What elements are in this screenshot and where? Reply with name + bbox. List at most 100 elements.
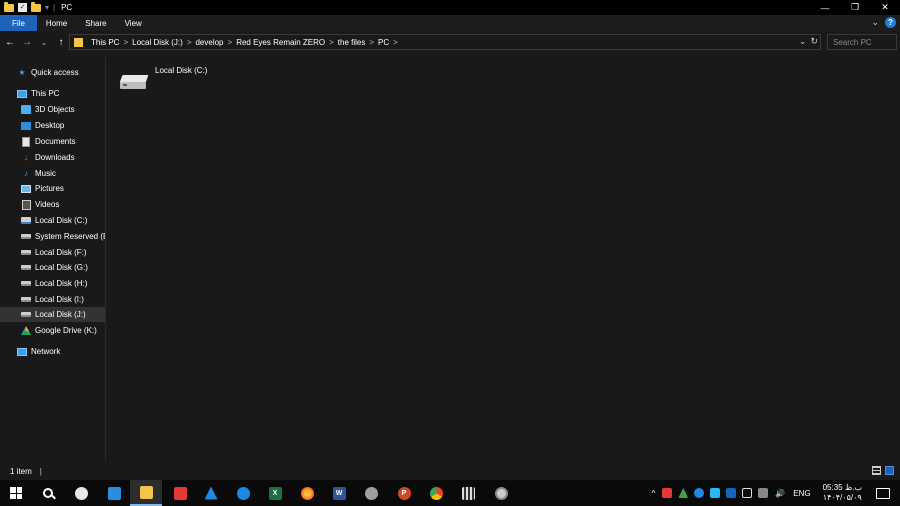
breadcrumb-local-disk-j[interactable]: Local Disk (J:) bbox=[128, 38, 187, 47]
taskbar-app-1[interactable] bbox=[65, 480, 97, 506]
sidebar-item-local-disk-h[interactable]: Local Disk (H:) bbox=[0, 276, 105, 291]
customize-toolbar-dropdown[interactable]: ▾ bbox=[45, 3, 49, 12]
new-folder-icon[interactable] bbox=[31, 1, 41, 12]
battery-icon[interactable] bbox=[758, 488, 769, 498]
breadcrumb-this-pc[interactable]: This PC bbox=[87, 38, 123, 47]
language-indicator[interactable]: ENG bbox=[793, 489, 810, 498]
sidebar-item-desktop[interactable]: Desktop bbox=[0, 118, 105, 133]
sidebar-item-downloads[interactable]: ↓ Downloads bbox=[0, 150, 105, 165]
clock[interactable]: 05:35 ب.ظ ۱۴۰۴/۰۵/۰۹ bbox=[823, 483, 862, 503]
search-input[interactable] bbox=[833, 37, 893, 47]
sidebar-item-local-disk-i[interactable]: Local Disk (I:) bbox=[0, 292, 105, 307]
help-icon[interactable]: ? bbox=[885, 17, 896, 28]
minimize-button[interactable]: — bbox=[810, 0, 840, 15]
recent-locations-button[interactable]: ⌄ bbox=[37, 35, 51, 49]
large-icons-view-icon[interactable] bbox=[885, 466, 894, 475]
google-drive-icon bbox=[21, 326, 31, 336]
taskbar-excel[interactable]: X bbox=[259, 480, 291, 506]
tray-app-icon[interactable] bbox=[710, 488, 721, 498]
tray-app-icon[interactable] bbox=[694, 488, 705, 498]
taskbar-firefox[interactable] bbox=[291, 480, 323, 506]
app-icon bbox=[364, 486, 378, 500]
drive-icon bbox=[21, 232, 31, 242]
excel-icon: X bbox=[268, 486, 282, 500]
sidebar-item-this-pc[interactable]: This PC bbox=[0, 86, 105, 101]
sidebar-item-local-disk-g[interactable]: Local Disk (G:) bbox=[0, 260, 105, 275]
details-view-icon[interactable] bbox=[872, 466, 881, 475]
google-drive-tray-icon[interactable] bbox=[678, 488, 689, 498]
refresh-icon[interactable]: ↻ bbox=[810, 36, 818, 47]
taskbar-powerpoint[interactable]: P bbox=[388, 480, 420, 506]
file-list[interactable]: Local Disk (C:) bbox=[107, 57, 900, 462]
network-icon bbox=[17, 347, 27, 357]
tab-share[interactable]: Share bbox=[76, 15, 115, 31]
app-icon bbox=[236, 486, 250, 500]
forward-button[interactable]: → bbox=[20, 35, 34, 49]
taskbar-app-3[interactable] bbox=[195, 480, 227, 506]
breadcrumb-red-eyes-remain-zero[interactable]: Red Eyes Remain ZERO bbox=[232, 38, 329, 47]
search-box[interactable] bbox=[827, 34, 897, 50]
sidebar-item-label: 3D Objects bbox=[35, 105, 75, 114]
start-button[interactable] bbox=[0, 480, 32, 506]
sidebar-item-local-disk-c[interactable]: Local Disk (C:) bbox=[0, 213, 105, 228]
sidebar-item-music[interactable]: ♪ Music bbox=[0, 166, 105, 181]
sidebar-item-system-reserved-e[interactable]: System Reserved (E:) bbox=[0, 229, 105, 244]
sidebar-item-label: Network bbox=[31, 347, 61, 356]
sidebar-item-3d-objects[interactable]: 3D Objects bbox=[0, 102, 105, 117]
sidebar-item-quick-access[interactable]: ★ Quick access bbox=[0, 65, 105, 80]
tab-home[interactable]: Home bbox=[37, 15, 76, 31]
taskbar-anydesk[interactable] bbox=[164, 480, 196, 506]
sidebar-item-network[interactable]: Network bbox=[0, 344, 105, 359]
taskbar-app-5[interactable] bbox=[355, 480, 387, 506]
hard-drive-icon bbox=[119, 71, 149, 95]
up-button[interactable]: ↑ bbox=[54, 35, 68, 49]
breadcrumb-develop[interactable]: develop bbox=[191, 38, 227, 47]
taskbar-chrome[interactable] bbox=[420, 480, 452, 506]
taskbar-word[interactable]: W bbox=[323, 480, 355, 506]
wifi-icon[interactable] bbox=[742, 488, 753, 498]
back-button[interactable]: ← bbox=[3, 35, 17, 49]
properties-icon[interactable]: ✓ bbox=[18, 3, 27, 12]
tray-app-icon[interactable] bbox=[726, 488, 737, 498]
breadcrumb-pc[interactable]: PC bbox=[374, 38, 393, 47]
sidebar-item-label: Local Disk (I:) bbox=[35, 295, 84, 304]
sidebar-item-label: Documents bbox=[35, 137, 76, 146]
taskbar-file-explorer[interactable] bbox=[130, 480, 162, 506]
ribbon-expand-icon[interactable]: ⌄ bbox=[871, 17, 879, 28]
breadcrumb-the-files[interactable]: the files bbox=[334, 38, 370, 47]
restore-button[interactable]: ❐ bbox=[840, 0, 870, 15]
close-button[interactable]: ✕ bbox=[870, 0, 900, 15]
sidebar-item-videos[interactable]: Videos bbox=[0, 197, 105, 212]
volume-icon[interactable]: 🔊 bbox=[775, 489, 785, 498]
sidebar-item-local-disk-j[interactable]: Local Disk (J:) bbox=[0, 307, 105, 322]
chrome-icon bbox=[429, 486, 443, 500]
folder-icon[interactable] bbox=[4, 1, 14, 12]
folder-icon bbox=[74, 37, 83, 47]
sidebar-item-label: Local Disk (F:) bbox=[35, 248, 87, 257]
sidebar-item-label: This PC bbox=[31, 89, 60, 98]
taskbar-calculator[interactable] bbox=[452, 480, 484, 506]
taskbar-app-2[interactable] bbox=[98, 480, 130, 506]
taskbar-search-button[interactable] bbox=[32, 480, 64, 506]
anydesk-tray-icon[interactable] bbox=[662, 488, 673, 498]
address-dropdown-icon[interactable]: ⌄ bbox=[799, 36, 807, 47]
sidebar-item-local-disk-f[interactable]: Local Disk (F:) bbox=[0, 245, 105, 260]
sidebar-item-documents[interactable]: Documents bbox=[0, 134, 105, 149]
music-icon: ♪ bbox=[24, 169, 28, 178]
sidebar-item-pictures[interactable]: Pictures bbox=[0, 181, 105, 196]
status-separator: | bbox=[39, 466, 42, 476]
sidebar-item-google-drive-k[interactable]: Google Drive (K:) bbox=[0, 323, 105, 338]
taskbar: X W P ^ 🔊 ENG 05:35 ب.ظ ۱۴۰۴/۰۵/۰۹ bbox=[0, 480, 900, 506]
breadcrumb-separator[interactable]: > bbox=[393, 38, 398, 47]
taskbar-app-4[interactable] bbox=[227, 480, 259, 506]
downloads-icon: ↓ bbox=[24, 153, 28, 162]
tab-view[interactable]: View bbox=[116, 15, 151, 31]
taskbar-app-6[interactable] bbox=[485, 480, 517, 506]
list-item[interactable]: Local Disk (C:) bbox=[119, 63, 229, 93]
tab-file[interactable]: File bbox=[0, 15, 37, 31]
show-hidden-icons-chevron-icon[interactable]: ^ bbox=[652, 489, 656, 498]
notifications-icon[interactable] bbox=[876, 487, 890, 499]
star-icon: ★ bbox=[18, 68, 26, 77]
address-bar[interactable]: This PC > Local Disk (J:) > develop > Re… bbox=[69, 34, 821, 50]
app-icon bbox=[204, 486, 218, 500]
